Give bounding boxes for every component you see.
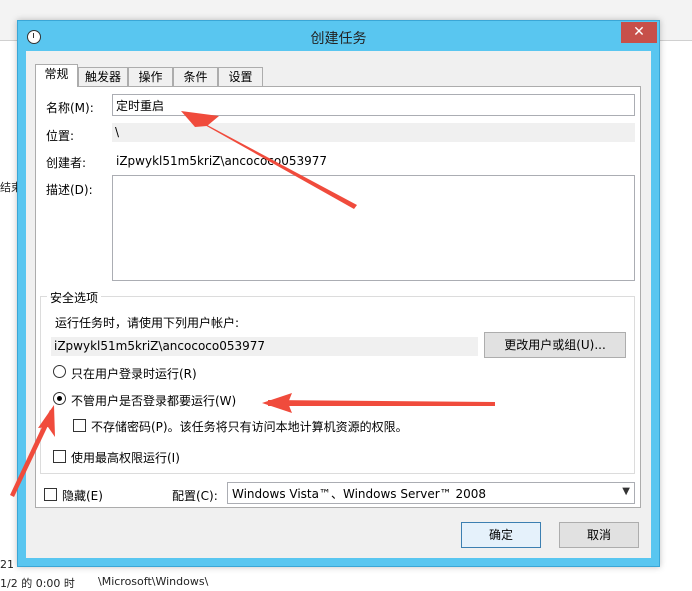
location-label: 位置: <box>46 129 75 143</box>
radio-only-logged-on[interactable] <box>53 365 66 378</box>
ok-button[interactable]: 确定 <box>461 522 541 548</box>
hidden-label[interactable]: 隐藏(E) <box>62 487 103 504</box>
description-input[interactable] <box>112 175 635 281</box>
configure-label: 配置(C): <box>172 489 218 503</box>
change-user-button[interactable]: 更改用户或组(U)... <box>484 332 626 358</box>
chevron-down-icon: ▼ <box>622 486 630 497</box>
dialog-title: 创建任务 <box>310 31 367 47</box>
run-highest-privileges-label[interactable]: 使用最高权限运行(I) <box>71 449 180 466</box>
name-label: 名称(M): <box>46 101 94 115</box>
title-bar[interactable]: 创建任务 ✕ <box>18 21 659 51</box>
tab-settings[interactable]: 设置 <box>218 67 263 86</box>
hidden-checkbox[interactable] <box>44 488 57 501</box>
tab-triggers[interactable]: 触发器 <box>78 67 128 86</box>
background-text: 1/2 的 0:00 时 <box>0 577 75 590</box>
radio-whether-logged-on-label[interactable]: 不管用户是否登录都要运行(W) <box>71 392 236 409</box>
radio-whether-logged-on[interactable] <box>53 392 66 405</box>
run-as-label: 运行任务时，请使用下列用户帐户: <box>55 316 240 330</box>
author-label: 创建者: <box>46 156 87 170</box>
location-value: \ <box>112 123 635 142</box>
tab-general[interactable]: 常规 <box>35 64 78 87</box>
name-input[interactable]: 定时重启 <box>112 94 635 116</box>
background-text: \Microsoft\Windows\ <box>98 575 209 588</box>
author-value: iZpwykl51m5kriZ\ancococo053977 <box>116 154 328 168</box>
cancel-button[interactable]: 取消 <box>559 522 639 548</box>
close-button[interactable]: ✕ <box>621 22 657 43</box>
background-text: 21 <box>0 558 14 571</box>
radio-only-logged-on-label[interactable]: 只在用户登录时运行(R) <box>71 365 197 382</box>
tab-conditions[interactable]: 条件 <box>173 67 218 86</box>
configure-select-value: Windows Vista™、Windows Server™ 2008 <box>232 487 487 501</box>
run-as-user: iZpwykl51m5kriZ\ancococo053977 <box>51 337 478 356</box>
do-not-store-password-checkbox[interactable] <box>73 419 86 432</box>
do-not-store-password-label[interactable]: 不存储密码(P)。该任务将只有访问本地计算机资源的权限。 <box>91 418 408 435</box>
run-highest-privileges-checkbox[interactable] <box>53 450 66 463</box>
configure-select[interactable]: Windows Vista™、Windows Server™ 2008 ▼ <box>227 482 635 504</box>
description-label: 描述(D): <box>46 183 93 197</box>
security-options-title: 安全选项 <box>47 289 102 306</box>
tab-actions[interactable]: 操作 <box>128 67 173 86</box>
